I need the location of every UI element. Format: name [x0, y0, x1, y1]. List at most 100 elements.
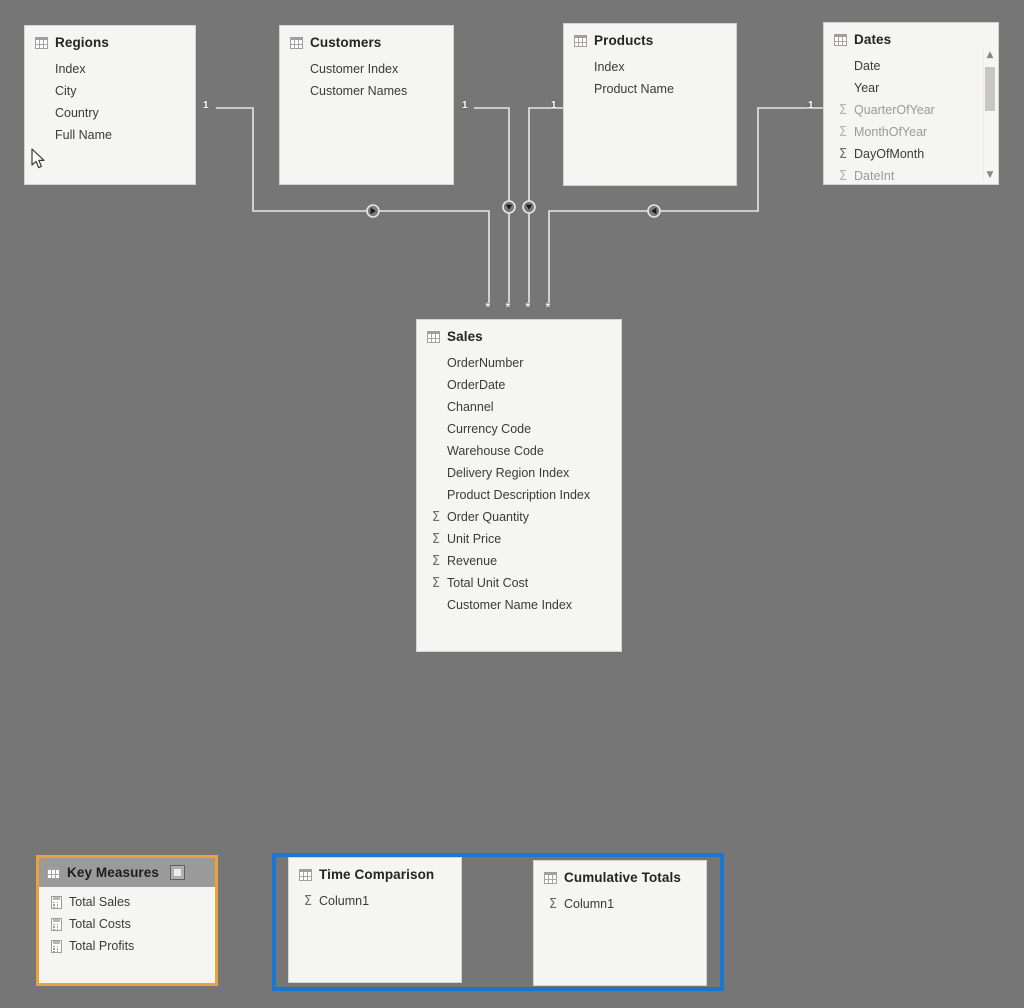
- table-grid-icon: [834, 33, 847, 46]
- field-row[interactable]: Customer Index: [280, 58, 453, 80]
- field-list: Customer Index Customer Names: [280, 54, 453, 110]
- relationship-arrow-products-to-sales[interactable]: [522, 200, 536, 214]
- field-row[interactable]: Year: [824, 77, 998, 99]
- sigma-aggregate-icon: Σ: [431, 575, 441, 591]
- field-label: Total Unit Cost: [447, 576, 529, 590]
- measure-row[interactable]: Total Costs: [39, 913, 215, 935]
- field-label: OrderNumber: [447, 356, 524, 370]
- expand-badge-icon[interactable]: [170, 865, 186, 880]
- field-label: Index: [594, 60, 625, 74]
- table-grid-icon: [574, 34, 587, 47]
- field-row[interactable]: Σ Total Unit Cost: [417, 572, 621, 594]
- field-row[interactable]: Index: [564, 56, 736, 78]
- table-title: Sales: [447, 329, 483, 344]
- table-card-dates[interactable]: Dates Date Year Σ QuarterOfYear Σ MonthOfYear Σ…: [823, 22, 999, 185]
- cardinality-marker-one-products-to-sales: 1: [551, 100, 557, 111]
- field-row[interactable]: City: [25, 80, 195, 102]
- relationship-line-customers-to-sales[interactable]: [474, 107, 510, 303]
- field-row[interactable]: Σ MonthOfYear: [824, 121, 998, 143]
- field-row[interactable]: Delivery Region Index: [417, 462, 621, 484]
- table-card-sales[interactable]: Sales OrderNumber OrderDate Channel Currency…: [416, 319, 622, 652]
- field-row[interactable]: Index: [25, 58, 195, 80]
- field-row[interactable]: Channel: [417, 396, 621, 418]
- measure-label: Total Costs: [69, 917, 131, 931]
- sigma-aggregate-icon: Σ: [431, 553, 441, 569]
- measure-row[interactable]: Total Profits: [39, 935, 215, 957]
- field-label: Customer Name Index: [447, 598, 573, 612]
- field-list: OrderNumber OrderDate Channel Currency Code…: [417, 348, 621, 624]
- field-row[interactable]: Product Description Index: [417, 484, 621, 506]
- field-row[interactable]: Currency Code: [417, 418, 621, 440]
- field-label: Column1: [319, 894, 370, 908]
- chevron-down-icon[interactable]: ▼: [984, 169, 996, 181]
- table-header-sales[interactable]: Sales: [417, 320, 621, 348]
- sigma-aggregate-icon: Σ: [548, 896, 558, 912]
- table-header-regions[interactable]: Regions: [25, 26, 195, 54]
- field-label: Product Name: [594, 82, 674, 96]
- sigma-aggregate-icon: Σ: [838, 102, 848, 118]
- table-grid-icon: [47, 866, 60, 879]
- table-card-key-measures[interactable]: Key Measures Total Sales Total Costs Total…: [36, 855, 218, 986]
- table-grid-icon: [35, 36, 48, 49]
- cardinality-marker-one-dates-to-sales: 1: [808, 100, 814, 111]
- field-row[interactable]: Full Name: [25, 124, 195, 146]
- scrollbar-thumb[interactable]: [985, 67, 995, 111]
- table-card-cumulative-totals[interactable]: Cumulative Totals Σ Column1: [533, 860, 707, 986]
- field-label: Date: [854, 59, 881, 73]
- field-row[interactable]: OrderNumber: [417, 352, 621, 374]
- field-row[interactable]: Σ Unit Price: [417, 528, 621, 550]
- field-row[interactable]: Σ DayOfMonth: [824, 143, 998, 165]
- field-row[interactable]: Σ Revenue: [417, 550, 621, 572]
- table-grid-icon: [290, 36, 303, 49]
- vertical-scrollbar[interactable]: ▲ ▼: [983, 49, 996, 181]
- field-row[interactable]: Product Name: [564, 78, 736, 100]
- table-grid-icon: [427, 330, 440, 343]
- measure-calculator-icon: [51, 895, 62, 909]
- field-row[interactable]: Σ Order Quantity: [417, 506, 621, 528]
- table-title-key-measures: Key Measures: [67, 865, 160, 880]
- cardinality-marker-many-products-to-sales: *: [525, 299, 531, 316]
- chevron-up-icon[interactable]: ▲: [984, 49, 996, 61]
- field-row[interactable]: Σ QuarterOfYear: [824, 99, 998, 121]
- field-row[interactable]: Customer Name Index: [417, 594, 621, 616]
- table-header-products[interactable]: Products: [564, 24, 736, 52]
- table-title: Products: [594, 33, 654, 48]
- field-label: DayOfMonth: [854, 147, 925, 161]
- field-row[interactable]: Warehouse Code: [417, 440, 621, 462]
- field-label: Year: [854, 81, 880, 95]
- field-label: Currency Code: [447, 422, 532, 436]
- cardinality-marker-many-regions-to-sales: *: [485, 299, 491, 316]
- table-card-customers[interactable]: Customers Customer Index Customer Names: [279, 25, 454, 185]
- field-label: MonthOfYear: [854, 125, 928, 139]
- field-row[interactable]: Customer Names: [280, 80, 453, 102]
- table-card-products[interactable]: Products Index Product Name: [563, 23, 737, 186]
- field-label: Order Quantity: [447, 510, 529, 524]
- table-card-regions[interactable]: Regions Index City Country Full Name: [24, 25, 196, 185]
- field-row[interactable]: Country: [25, 102, 195, 124]
- table-header-key-measures[interactable]: Key Measures: [39, 858, 215, 887]
- model-diagram-canvas[interactable]: Regions Index City Country Full Name Customer…: [0, 0, 1024, 1008]
- sigma-aggregate-icon: Σ: [431, 509, 441, 525]
- table-header-time-comparison[interactable]: Time Comparison: [289, 858, 461, 886]
- relationship-arrow-customers-to-sales[interactable]: [502, 200, 516, 214]
- relationship-arrow-dates-to-sales[interactable]: [647, 204, 661, 218]
- measure-row[interactable]: Total Sales: [39, 891, 215, 913]
- field-row[interactable]: OrderDate: [417, 374, 621, 396]
- field-row[interactable]: Date: [824, 55, 998, 77]
- field-row[interactable]: Σ DateInt: [824, 165, 998, 187]
- table-header-customers[interactable]: Customers: [280, 26, 453, 54]
- table-header-cumulative-totals[interactable]: Cumulative Totals: [534, 861, 706, 889]
- table-card-time-comparison[interactable]: Time Comparison Σ Column1: [288, 857, 462, 983]
- field-row[interactable]: Σ Column1: [289, 890, 461, 912]
- relationship-line-products-to-sales[interactable]: [528, 107, 563, 303]
- field-row[interactable]: Σ Column1: [534, 893, 706, 915]
- field-list: Date Year Σ QuarterOfYear Σ MonthOfYear Σ DayOf…: [824, 51, 998, 195]
- relationship-arrow-regions-to-sales[interactable]: [366, 204, 380, 218]
- sigma-aggregate-icon: Σ: [838, 168, 848, 184]
- table-header-dates[interactable]: Dates: [824, 23, 998, 51]
- measure-calculator-icon: [51, 917, 62, 931]
- field-label: QuarterOfYear: [854, 103, 935, 117]
- field-label: Unit Price: [447, 532, 502, 546]
- cardinality-marker-many-customers-to-sales: *: [505, 299, 511, 316]
- field-list: Σ Column1: [289, 886, 461, 920]
